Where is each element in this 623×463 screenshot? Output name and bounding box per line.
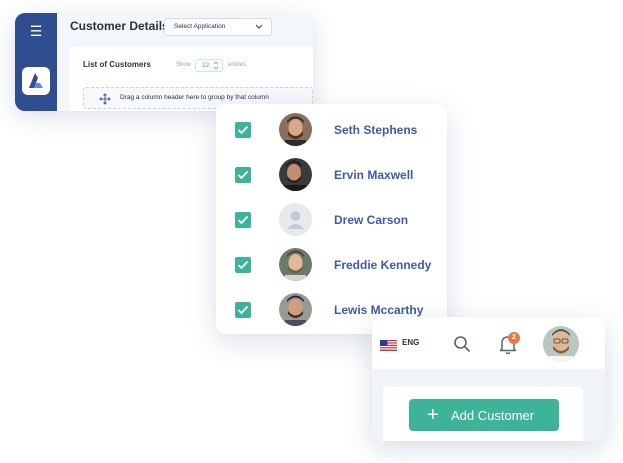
- checkbox-checked[interactable]: [235, 167, 251, 183]
- move-icon: [99, 92, 111, 110]
- avatar: [279, 158, 312, 191]
- list-item[interactable]: Seth Stephens: [216, 106, 447, 151]
- entries-stepper[interactable]: 12: [195, 59, 223, 72]
- checkbox-checked[interactable]: [235, 212, 251, 228]
- main-content: Customer Details Select Application List…: [57, 13, 313, 111]
- us-flag-icon: [380, 338, 397, 351]
- application-select[interactable]: Select Application: [164, 18, 272, 36]
- customer-details-window: ☰ Customer Details Select Application Li…: [15, 13, 313, 111]
- customer-list-card: Seth Stephens Ervin Maxwell Drew Carson …: [216, 104, 447, 334]
- stepper-arrows-icon[interactable]: [213, 60, 219, 76]
- add-customer-label: Add Customer: [451, 408, 535, 423]
- search-icon[interactable]: [453, 335, 471, 353]
- drag-hint-text: Drag a column header here to group by th…: [120, 94, 269, 101]
- customer-name[interactable]: Drew Carson: [334, 213, 408, 227]
- customer-name[interactable]: Ervin Maxwell: [334, 168, 413, 182]
- language-code: ENG: [402, 338, 420, 347]
- sidebar: ☰: [15, 13, 57, 111]
- user-avatar[interactable]: [543, 326, 579, 362]
- notification-count-badge: 2: [508, 332, 520, 344]
- customers-panel: List of Customers Show 12 entries Drag a…: [70, 47, 313, 111]
- avatar: [279, 248, 312, 281]
- entries-label: entries: [228, 62, 247, 68]
- page-title: Customer Details: [70, 19, 169, 33]
- show-label: Show: [176, 62, 192, 68]
- list-item[interactable]: Ervin Maxwell: [216, 151, 447, 196]
- entries-value: 12: [202, 62, 210, 69]
- app-logo-icon[interactable]: [22, 67, 50, 95]
- plus-icon: +: [427, 404, 439, 426]
- list-title: List of Customers: [83, 60, 152, 69]
- application-select-value: Select Application: [174, 23, 226, 30]
- checkbox-checked[interactable]: [235, 302, 251, 318]
- list-item[interactable]: Freddie Kennedy: [216, 241, 447, 286]
- add-customer-button[interactable]: + Add Customer: [409, 399, 559, 431]
- hamburger-menu-icon[interactable]: ☰: [27, 24, 45, 38]
- checkbox-checked[interactable]: [235, 122, 251, 138]
- avatar: [279, 113, 312, 146]
- list-item[interactable]: Drew Carson: [216, 196, 447, 241]
- action-window: ENG 2 + Add Customer: [372, 317, 605, 441]
- customer-name[interactable]: Lewis Mccarthy: [334, 303, 423, 317]
- avatar: [279, 293, 312, 326]
- checkbox-checked[interactable]: [235, 257, 251, 273]
- top-bar: ENG 2: [372, 317, 605, 369]
- customer-name[interactable]: Freddie Kennedy: [334, 258, 431, 272]
- customer-name[interactable]: Seth Stephens: [334, 123, 417, 137]
- chevron-down-icon: [255, 19, 263, 41]
- avatar-placeholder: [279, 203, 312, 236]
